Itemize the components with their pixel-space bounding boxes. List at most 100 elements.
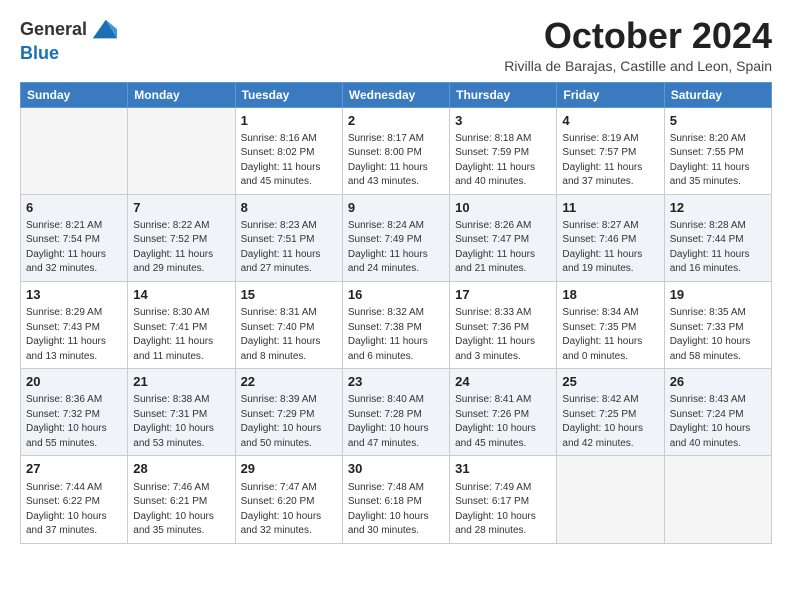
cell-info: Sunrise: 7:47 AMSunset: 6:20 PMDaylight:… [241, 481, 337, 539]
calendar-cell: 29 Sunrise: 7:47 AMSunset: 6:20 PMDayligh… [235, 456, 342, 543]
header: General Blue October 2024 Rivilla de Bar… [20, 16, 772, 74]
calendar-cell [21, 107, 128, 194]
calendar-cell: 16 Sunrise: 8:32 AMSunset: 7:38 PMDayligh… [342, 281, 449, 368]
calendar-week-row: 20 Sunrise: 8:36 AMSunset: 7:32 PMDayligh… [21, 369, 772, 456]
cell-info: Sunrise: 8:39 AMSunset: 7:29 PMDaylight:… [241, 393, 337, 451]
cell-info: Sunrise: 8:30 AMSunset: 7:41 PMDaylight:… [133, 306, 229, 364]
logo-blue-text: Blue [20, 44, 59, 64]
day-number: 4 [562, 112, 658, 130]
cell-info: Sunrise: 7:48 AMSunset: 6:18 PMDaylight:… [348, 481, 444, 539]
logo-text: General [20, 20, 87, 40]
cell-info: Sunrise: 8:28 AMSunset: 7:44 PMDaylight:… [670, 219, 766, 277]
cell-info: Sunrise: 8:36 AMSunset: 7:32 PMDaylight:… [26, 393, 122, 451]
calendar-week-row: 27 Sunrise: 7:44 AMSunset: 6:22 PMDayligh… [21, 456, 772, 543]
day-number: 24 [455, 373, 551, 391]
calendar-cell: 21Sunrise: 8:38 AMSunset: 7:31 PMDayligh… [128, 369, 235, 456]
day-number: 17 [455, 286, 551, 304]
logo-blue: Blue [20, 43, 59, 63]
calendar-cell: 5 Sunrise: 8:20 AMSunset: 7:55 PMDaylight… [664, 107, 771, 194]
day-number: 25 [562, 373, 658, 391]
logo-general: General [20, 19, 87, 39]
cell-info: Sunrise: 8:42 AMSunset: 7:25 PMDaylight:… [562, 393, 658, 451]
day-number: 30 [348, 460, 444, 478]
calendar-cell: 6Sunrise: 8:21 AMSunset: 7:54 PMDaylight… [21, 194, 128, 281]
calendar-cell: 20 Sunrise: 8:36 AMSunset: 7:32 PMDayligh… [21, 369, 128, 456]
calendar-cell: 23 Sunrise: 8:40 AMSunset: 7:28 PMDayligh… [342, 369, 449, 456]
day-number: 29 [241, 460, 337, 478]
day-number: 20 [26, 373, 122, 391]
calendar-cell: 17 Sunrise: 8:33 AMSunset: 7:36 PMDayligh… [450, 281, 557, 368]
day-number: 16 [348, 286, 444, 304]
day-number: 26 [670, 373, 766, 391]
calendar-cell [557, 456, 664, 543]
header-sunday: Sunday [21, 82, 128, 107]
calendar-cell: 4 Sunrise: 8:19 AMSunset: 7:57 PMDaylight… [557, 107, 664, 194]
cell-info: Sunrise: 8:16 AMSunset: 8:02 PMDaylight:… [241, 132, 337, 190]
day-number: 15 [241, 286, 337, 304]
calendar-cell: 14 Sunrise: 8:30 AMSunset: 7:41 PMDayligh… [128, 281, 235, 368]
cell-info: Sunrise: 8:34 AMSunset: 7:35 PMDaylight:… [562, 306, 658, 364]
day-number: 7 [133, 199, 229, 217]
calendar-cell: 19Sunrise: 8:35 AMSunset: 7:33 PMDayligh… [664, 281, 771, 368]
page: General Blue October 2024 Rivilla de Bar… [0, 0, 792, 612]
cell-info: Sunrise: 8:23 AMSunset: 7:51 PMDaylight:… [241, 219, 337, 277]
day-number: 31 [455, 460, 551, 478]
calendar-cell: 26 Sunrise: 8:43 AMSunset: 7:24 PMDayligh… [664, 369, 771, 456]
calendar: Sunday Monday Tuesday Wednesday Thursday… [20, 82, 772, 544]
cell-info: Sunrise: 8:41 AMSunset: 7:26 PMDaylight:… [455, 393, 551, 451]
day-number: 14 [133, 286, 229, 304]
cell-info: Sunrise: 8:31 AMSunset: 7:40 PMDaylight:… [241, 306, 337, 364]
header-thursday: Thursday [450, 82, 557, 107]
calendar-cell: 2 Sunrise: 8:17 AMSunset: 8:00 PMDaylight… [342, 107, 449, 194]
calendar-cell: 9Sunrise: 8:24 AMSunset: 7:49 PMDaylight… [342, 194, 449, 281]
day-number: 12 [670, 199, 766, 217]
cell-info: Sunrise: 8:27 AMSunset: 7:46 PMDaylight:… [562, 219, 658, 277]
day-number: 5 [670, 112, 766, 130]
subtitle: Rivilla de Barajas, Castille and Leon, S… [504, 58, 772, 74]
cell-info: Sunrise: 8:43 AMSunset: 7:24 PMDaylight:… [670, 393, 766, 451]
header-monday: Monday [128, 82, 235, 107]
calendar-cell: 3Sunrise: 8:18 AMSunset: 7:59 PMDaylight… [450, 107, 557, 194]
day-number: 13 [26, 286, 122, 304]
calendar-cell: 30 Sunrise: 7:48 AMSunset: 6:18 PMDayligh… [342, 456, 449, 543]
calendar-week-row: 13Sunrise: 8:29 AMSunset: 7:43 PMDayligh… [21, 281, 772, 368]
day-number: 11 [562, 199, 658, 217]
day-number: 10 [455, 199, 551, 217]
cell-info: Sunrise: 7:46 AMSunset: 6:21 PMDaylight:… [133, 481, 229, 539]
cell-info: Sunrise: 7:49 AMSunset: 6:17 PMDaylight:… [455, 481, 551, 539]
day-number: 27 [26, 460, 122, 478]
logo-icon [89, 16, 117, 44]
day-number: 23 [348, 373, 444, 391]
day-number: 22 [241, 373, 337, 391]
calendar-cell: 13Sunrise: 8:29 AMSunset: 7:43 PMDayligh… [21, 281, 128, 368]
cell-info: Sunrise: 8:19 AMSunset: 7:57 PMDaylight:… [562, 132, 658, 190]
cell-info: Sunrise: 8:17 AMSunset: 8:00 PMDaylight:… [348, 132, 444, 190]
day-number: 2 [348, 112, 444, 130]
calendar-cell: 10Sunrise: 8:26 AMSunset: 7:47 PMDayligh… [450, 194, 557, 281]
cell-info: Sunrise: 8:35 AMSunset: 7:33 PMDaylight:… [670, 306, 766, 364]
cell-info: Sunrise: 8:32 AMSunset: 7:38 PMDaylight:… [348, 306, 444, 364]
calendar-cell: 24 Sunrise: 8:41 AMSunset: 7:26 PMDayligh… [450, 369, 557, 456]
header-wednesday: Wednesday [342, 82, 449, 107]
day-number: 6 [26, 199, 122, 217]
calendar-week-row: 1Sunrise: 8:16 AMSunset: 8:02 PMDaylight… [21, 107, 772, 194]
calendar-cell: 15 Sunrise: 8:31 AMSunset: 7:40 PMDayligh… [235, 281, 342, 368]
cell-info: Sunrise: 7:44 AMSunset: 6:22 PMDaylight:… [26, 481, 122, 539]
calendar-cell: 28 Sunrise: 7:46 AMSunset: 6:21 PMDayligh… [128, 456, 235, 543]
header-friday: Friday [557, 82, 664, 107]
day-number: 8 [241, 199, 337, 217]
month-title: October 2024 [504, 16, 772, 56]
day-number: 21 [133, 373, 229, 391]
day-number: 9 [348, 199, 444, 217]
cell-info: Sunrise: 8:33 AMSunset: 7:36 PMDaylight:… [455, 306, 551, 364]
header-saturday: Saturday [664, 82, 771, 107]
cell-info: Sunrise: 8:20 AMSunset: 7:55 PMDaylight:… [670, 132, 766, 190]
calendar-cell: 1Sunrise: 8:16 AMSunset: 8:02 PMDaylight… [235, 107, 342, 194]
day-number: 28 [133, 460, 229, 478]
cell-info: Sunrise: 8:22 AMSunset: 7:52 PMDaylight:… [133, 219, 229, 277]
calendar-cell [664, 456, 771, 543]
logo: General Blue [20, 16, 117, 64]
cell-info: Sunrise: 8:18 AMSunset: 7:59 PMDaylight:… [455, 132, 551, 190]
cell-info: Sunrise: 8:40 AMSunset: 7:28 PMDaylight:… [348, 393, 444, 451]
title-block: October 2024 Rivilla de Barajas, Castill… [504, 16, 772, 74]
